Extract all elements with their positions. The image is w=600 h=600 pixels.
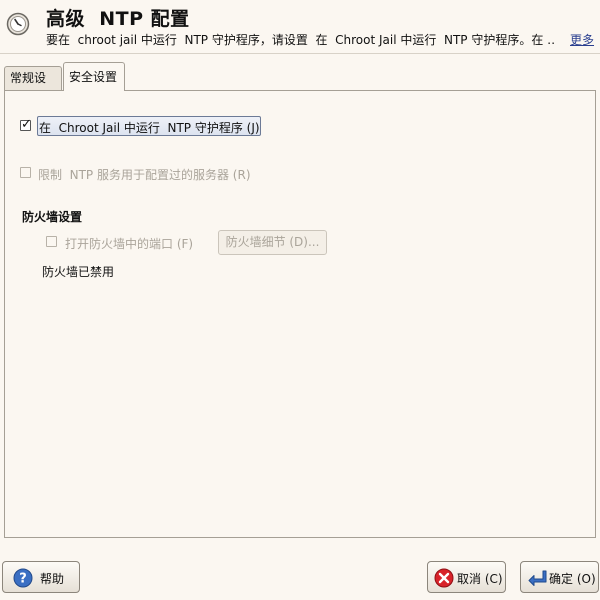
help-button[interactable]: ? 帮助	[2, 561, 80, 593]
help-icon: ?	[13, 568, 33, 588]
security-settings-panel	[4, 90, 596, 538]
enter-arrow-icon	[528, 570, 547, 586]
page-title: 高级 NTP 配置	[46, 8, 190, 30]
cancel-button-label: 取消 (C)	[457, 572, 503, 586]
tab-general-settings[interactable]: 常规设置	[4, 66, 62, 107]
firewall-section-title: 防火墙设置	[22, 210, 83, 224]
dialog-header: 高级 NTP 配置 要在 chroot jail 中运行 NTP 守护程序，请设…	[0, 0, 600, 50]
header-divider	[0, 53, 600, 54]
checkmark-icon: ✓	[21, 117, 32, 132]
open-firewall-port-label[interactable]: 打开防火墙中的端口 (F)	[65, 235, 193, 252]
ok-button-label: 确定 (O)	[549, 572, 596, 586]
help-button-label: 帮助	[40, 572, 65, 586]
cancel-button[interactable]: 取消 (C)	[427, 561, 506, 593]
restrict-ntp-checkbox[interactable]	[20, 167, 31, 178]
clock-icon	[6, 12, 30, 36]
firewall-status: 防火墙已禁用	[42, 265, 115, 279]
cancel-icon	[434, 568, 454, 588]
firewall-details-button[interactable]: 防火墙细节 (D)...	[218, 230, 327, 255]
more-link[interactable]: 更多	[570, 31, 594, 48]
tab-security-settings[interactable]: 安全设置	[63, 62, 125, 91]
chroot-jail-label[interactable]: 在 Chroot Jail 中运行 NTP 守护程序 (J)	[39, 119, 260, 136]
ok-button[interactable]: 确定 (O)	[520, 561, 599, 593]
restrict-ntp-label[interactable]: 限制 NTP 服务用于配置过的服务器 (R)	[38, 166, 251, 183]
chroot-jail-checkbox[interactable]: ✓	[20, 117, 32, 132]
svg-text:?: ?	[19, 572, 27, 587]
page-description: 要在 chroot jail 中运行 NTP 守护程序，请设置 在 Chroot…	[46, 33, 556, 47]
open-firewall-port-checkbox[interactable]	[46, 236, 57, 247]
